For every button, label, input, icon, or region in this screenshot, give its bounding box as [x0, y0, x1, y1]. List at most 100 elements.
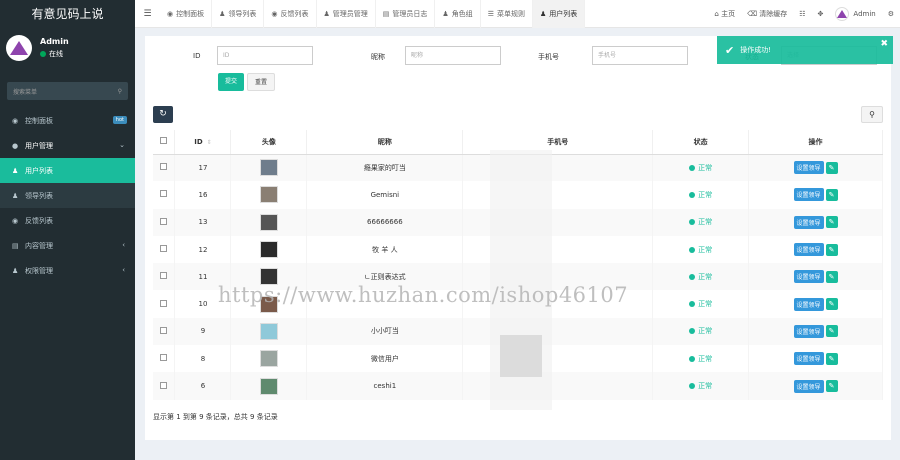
tab-leader-list[interactable]: ♟ 领导列表: [212, 0, 265, 28]
fullscreen-icon[interactable]: ✥: [812, 10, 830, 18]
phone-filter-input[interactable]: 手机号: [592, 46, 688, 65]
row-checkbox[interactable]: [153, 154, 176, 182]
row-actions: 设置领导 ✎: [748, 235, 883, 264]
row-status: 正常: [652, 181, 750, 209]
avatar: [259, 159, 278, 177]
row-checkbox[interactable]: [153, 290, 176, 318]
edit-pencil-icon[interactable]: ✎: [825, 352, 838, 365]
row-id: 16: [174, 181, 232, 209]
avatar: [259, 241, 278, 259]
user-status-text: 在线: [49, 50, 63, 58]
status-dot-icon: [689, 301, 696, 308]
sidebar-item-feedback-list[interactable]: ◉ 反馈列表: [0, 208, 135, 233]
user-icon: ♟: [12, 191, 19, 200]
set-leader-button[interactable]: 设置领导: [793, 161, 824, 175]
status-dot-icon: [689, 219, 696, 226]
user-icon: ♟: [539, 9, 547, 18]
group-icon: ♟: [12, 266, 19, 275]
row-actions: 设置领导 ✎: [748, 263, 883, 291]
row-checkbox[interactable]: [153, 372, 176, 400]
clear-cache-button[interactable]: ⌫ 清除缓存: [741, 9, 793, 19]
settings-gear-icon[interactable]: ⚙: [882, 10, 900, 18]
sidebar-search-input[interactable]: 搜索菜单 ⚲: [7, 82, 128, 100]
dashboard-icon: ◉: [12, 216, 19, 225]
column-header-nickname: 昵称: [306, 130, 464, 155]
pagination-summary: 显示第 1 到第 9 条记录，总共 9 条记录: [153, 413, 278, 421]
sidebar-item-user-management[interactable]: ● 用户管理 ⌄: [0, 133, 135, 158]
set-leader-button[interactable]: 设置领导: [793, 379, 824, 393]
nickname-filter-input[interactable]: 昵称: [405, 46, 501, 65]
language-icon[interactable]: ☷: [793, 10, 811, 18]
set-leader-button[interactable]: 设置领导: [793, 215, 824, 229]
tab-label: 管理员日志: [392, 9, 428, 18]
home-link[interactable]: ⌂ 主页: [708, 9, 741, 19]
home-icon: ⌂: [714, 9, 719, 18]
set-leader-button[interactable]: 设置领导: [793, 324, 824, 338]
edit-pencil-icon[interactable]: ✎: [825, 161, 838, 174]
edit-pencil-icon[interactable]: ✎: [825, 270, 838, 283]
row-checkbox[interactable]: [153, 317, 176, 346]
set-leader-button[interactable]: 设置领导: [793, 352, 824, 366]
menu-toggle-icon[interactable]: ☰: [135, 9, 160, 19]
sidebar-item-permission-management[interactable]: ♟ 权限管理 ‹: [0, 258, 135, 283]
search-icon[interactable]: ⚲: [861, 106, 883, 123]
tab-label: 角色组: [451, 9, 473, 18]
status-dot-icon: [689, 383, 696, 390]
row-nickname: ceshi1: [306, 372, 464, 400]
sidebar-item-label: 内容管理: [25, 241, 53, 250]
sidebar-item-user-list[interactable]: ♟ 用户列表: [0, 158, 135, 183]
trash-icon: ⌫: [747, 9, 758, 18]
edit-pencil-icon[interactable]: ✎: [825, 325, 838, 338]
close-icon[interactable]: ✖: [880, 39, 888, 49]
edit-pencil-icon[interactable]: ✎: [825, 298, 838, 311]
set-leader-button[interactable]: 设置领导: [793, 188, 824, 202]
row-nickname: 微信用户: [306, 345, 464, 373]
select-all-checkbox[interactable]: [153, 130, 176, 155]
user-icon: ♟: [219, 9, 226, 18]
edit-pencil-icon[interactable]: ✎: [825, 243, 838, 256]
id-filter-input[interactable]: ID: [217, 46, 313, 65]
app-title: 有意见码上说: [0, 0, 135, 28]
row-checkbox[interactable]: [153, 263, 176, 291]
column-header-id[interactable]: ID ⇕: [174, 130, 232, 155]
tab-admin-management[interactable]: ♟ 管理员管理: [317, 0, 376, 28]
user-panel: Admin 在线: [0, 28, 135, 68]
sidebar-item-dashboard[interactable]: ◉ 控制面板 hot: [0, 108, 135, 133]
set-leader-button[interactable]: 设置领导: [793, 270, 824, 284]
avatar: [259, 322, 278, 340]
avatar: [6, 35, 32, 61]
set-leader-button[interactable]: 设置领导: [793, 297, 824, 311]
sidebar-item-content-management[interactable]: ▤ 内容管理 ‹: [0, 233, 135, 258]
tab-user-list[interactable]: ♟ 用户列表: [532, 0, 586, 28]
row-actions: 设置领导 ✎: [748, 372, 883, 400]
list-icon: ▤: [382, 9, 390, 18]
tab-feedback-list[interactable]: ◉ 反馈列表: [264, 0, 317, 28]
reset-button[interactable]: 重置: [247, 73, 276, 91]
edit-pencil-icon[interactable]: ✎: [825, 216, 838, 229]
row-status: 正常: [652, 235, 750, 264]
row-checkbox[interactable]: [153, 181, 176, 209]
avatar: [259, 213, 278, 231]
search-icon[interactable]: ⚲: [118, 88, 122, 95]
edit-pencil-icon[interactable]: ✎: [825, 188, 838, 201]
status-dot-icon: [689, 355, 696, 362]
submit-button[interactable]: 提交: [218, 73, 245, 91]
tab-dashboard[interactable]: ◉ 控制面板: [160, 0, 213, 28]
row-status: 正常: [652, 154, 750, 182]
row-status: 正常: [652, 345, 750, 373]
user-status: 在线: [40, 49, 69, 59]
tab-admin-log[interactable]: ▤ 管理员日志: [376, 0, 436, 28]
clear-cache-label: 清除缓存: [759, 9, 788, 18]
row-checkbox[interactable]: [153, 208, 176, 236]
sidebar-item-leader-list[interactable]: ♟ 领导列表: [0, 183, 135, 208]
edit-pencil-icon[interactable]: ✎: [825, 380, 838, 393]
tab-role-group[interactable]: ♟ 角色组: [435, 0, 481, 28]
set-leader-button[interactable]: 设置领导: [793, 243, 824, 257]
tab-menu-rules[interactable]: ☰ 菜单规则: [481, 0, 533, 28]
dashboard-icon: ◉: [167, 9, 174, 18]
refresh-icon[interactable]: ↻: [153, 106, 173, 123]
row-checkbox[interactable]: [153, 235, 176, 264]
admin-menu[interactable]: Admin: [829, 6, 881, 21]
row-checkbox[interactable]: [153, 345, 176, 373]
tab-label: 控制面板: [176, 9, 205, 18]
